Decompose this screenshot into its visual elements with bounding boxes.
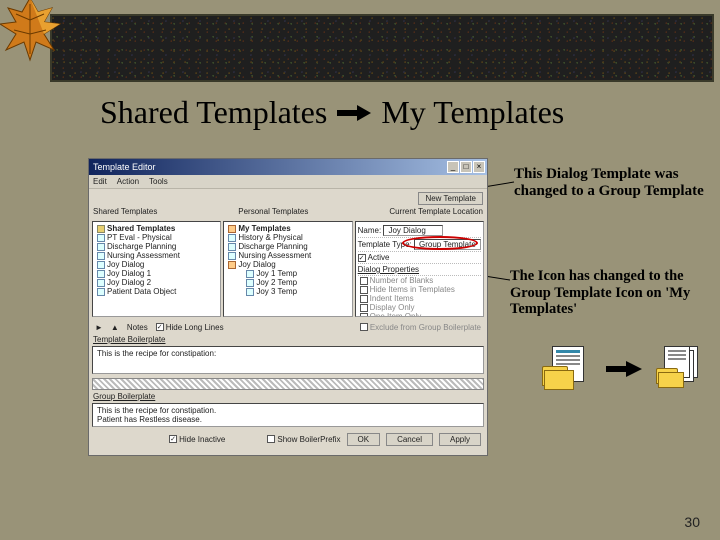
label-shared: Shared Templates bbox=[93, 207, 157, 219]
arrow-right-icon bbox=[337, 101, 371, 125]
boilerplate-textarea[interactable]: This is the recipe for constipation: bbox=[92, 346, 484, 374]
group-template-icon bbox=[656, 346, 706, 392]
minimize-button[interactable]: _ bbox=[447, 161, 459, 173]
highlight-oval bbox=[402, 236, 478, 250]
window-title: Template Editor bbox=[93, 162, 156, 172]
menu-edit[interactable]: Edit bbox=[93, 177, 107, 186]
hide-inactive-checkbox[interactable] bbox=[169, 435, 177, 443]
active-checkbox[interactable] bbox=[358, 254, 366, 262]
name-field[interactable]: Joy Dialog bbox=[383, 225, 443, 236]
icon-arrow-right[interactable]: ► bbox=[95, 323, 103, 332]
menu-tools[interactable]: Tools bbox=[149, 177, 168, 186]
arrow-right-icon bbox=[606, 357, 642, 381]
leaf-icon bbox=[0, 0, 66, 66]
page-number: 30 bbox=[684, 514, 700, 530]
dialog-template-icon bbox=[542, 346, 592, 392]
boiler-label: Template Boilerplate bbox=[93, 335, 165, 344]
slide-title: Shared Templates My Templates bbox=[100, 94, 690, 131]
shared-templates-tree[interactable]: Shared Templates PT Eval - Physical Disc… bbox=[92, 221, 221, 317]
icon-transition bbox=[542, 346, 706, 392]
ok-button[interactable]: OK bbox=[347, 433, 381, 446]
splitter[interactable] bbox=[92, 378, 484, 390]
window-titlebar: Template Editor _ □ × bbox=[89, 159, 487, 175]
menu-action[interactable]: Action bbox=[117, 177, 139, 186]
icon-arrow-up[interactable]: ▲ bbox=[111, 323, 119, 332]
hide-long-checkbox[interactable] bbox=[156, 323, 164, 331]
callout-2: The Icon has changed to the Group Templa… bbox=[510, 268, 718, 318]
menu-bar: Edit Action Tools bbox=[89, 175, 487, 189]
cancel-button[interactable]: Cancel bbox=[386, 433, 433, 446]
label-personal: Personal Templates bbox=[238, 207, 308, 219]
name-label: Name: bbox=[358, 226, 382, 235]
close-button[interactable]: × bbox=[473, 161, 485, 173]
title-left: Shared Templates bbox=[100, 94, 327, 131]
show-prefix-checkbox[interactable] bbox=[267, 435, 275, 443]
group-boiler-label: Group Boilerplate bbox=[93, 392, 155, 401]
decorative-band bbox=[50, 14, 714, 82]
personal-templates-tree[interactable]: My Templates History & Physical Discharg… bbox=[223, 221, 352, 317]
label-location: Current Template Location bbox=[389, 207, 483, 219]
new-template-button[interactable]: New Template bbox=[418, 192, 483, 205]
title-right: My Templates bbox=[381, 94, 564, 131]
template-editor-dialog: Template Editor _ □ × Edit Action Tools … bbox=[88, 158, 488, 456]
items-label: Dialog Properties bbox=[358, 265, 419, 274]
maximize-button[interactable]: □ bbox=[460, 161, 472, 173]
callout-1: This Dialog Template was changed to a Gr… bbox=[514, 166, 710, 201]
group-boiler-textarea[interactable]: This is the recipe for constipation. Pat… bbox=[92, 403, 484, 427]
properties-panel: Name: Joy Dialog Template Type: Group Te… bbox=[355, 221, 484, 317]
apply-button[interactable]: Apply bbox=[439, 433, 481, 446]
notes-button[interactable]: Notes bbox=[127, 323, 148, 332]
